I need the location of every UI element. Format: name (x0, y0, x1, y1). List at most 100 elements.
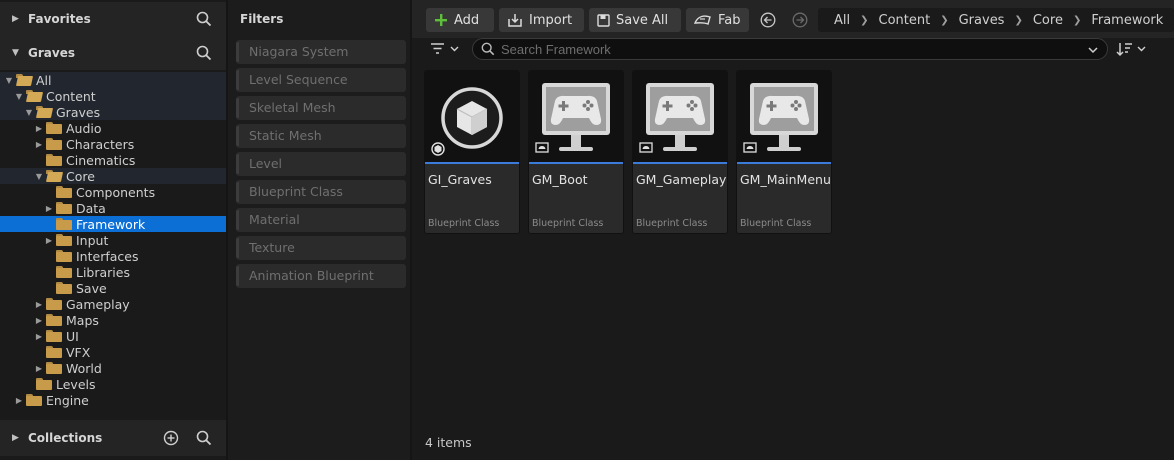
chevron-right-icon[interactable]: ▶ (34, 363, 44, 373)
game-mode-badge-icon (535, 142, 549, 156)
filter-item[interactable]: Skeletal Mesh (236, 96, 406, 120)
filter-item[interactable]: Texture (236, 236, 406, 260)
tree-item-graves[interactable]: ▼ Graves (0, 104, 226, 120)
tree-item-engine[interactable]: ▶ Engine (0, 392, 226, 408)
tree-item-label: Gameplay (66, 296, 130, 312)
tree-item-world[interactable]: ▶ World (0, 360, 226, 376)
folder-icon (46, 314, 62, 326)
folder-icon (46, 362, 62, 374)
add-button[interactable]: Add (426, 8, 494, 32)
filter-item[interactable]: Animation Blueprint (236, 264, 406, 288)
tree-item-all[interactable]: ▼ All (0, 72, 226, 88)
back-arrow-icon[interactable] (760, 12, 776, 28)
tree-item-label: Input (76, 232, 109, 248)
tree-item-maps[interactable]: ▶ Maps (0, 312, 226, 328)
breadcrumb-item[interactable]: Core (1033, 13, 1063, 28)
chevron-right-icon[interactable]: ▶ (34, 139, 44, 149)
breadcrumb-separator-icon[interactable]: ❯ (940, 15, 948, 26)
asset-name: GM_Boot (532, 172, 588, 187)
chevron-right-icon[interactable]: ▶ (44, 203, 54, 213)
breadcrumb-item[interactable]: Content (879, 13, 931, 28)
filters-panel: Filters Niagara System Level Sequence Skel… (228, 0, 410, 460)
filter-item[interactable]: Blueprint Class (236, 180, 406, 204)
chevron-right-icon[interactable]: ▶ (14, 395, 24, 405)
tree-item-save[interactable]: Save (0, 280, 226, 296)
chevron-down-icon[interactable]: ▼ (34, 171, 44, 181)
tree-item-interfaces[interactable]: Interfaces (0, 248, 226, 264)
breadcrumb-item[interactable]: All (834, 13, 850, 28)
collections-header[interactable]: ▶ Collections (0, 420, 226, 456)
breadcrumb-item[interactable]: Graves (959, 13, 1005, 28)
save-icon (597, 13, 610, 27)
tree-item-components[interactable]: Components (0, 184, 226, 200)
chevron-right-icon[interactable]: ▶ (34, 299, 44, 309)
chevron-right-icon[interactable]: ▶ (34, 315, 44, 325)
search-icon[interactable] (196, 11, 212, 27)
filter-dropdown-icon[interactable] (430, 42, 460, 56)
import-label: Import (529, 12, 573, 28)
chevron-down-icon[interactable]: ▼ (14, 91, 24, 101)
search-input[interactable] (501, 41, 1061, 57)
tree-item-content[interactable]: ▼ Content (0, 88, 226, 104)
tree-item-label: Graves (56, 104, 101, 120)
tree-item-audio[interactable]: ▶ Audio (0, 120, 226, 136)
favorites-label: Favorites (28, 12, 91, 26)
chevron-down-icon[interactable]: ▼ (24, 107, 34, 117)
breadcrumb-item[interactable]: Framework (1091, 13, 1163, 28)
tree-item-gameplay[interactable]: ▶ Gameplay (0, 296, 226, 312)
filter-item[interactable]: Niagara System (236, 40, 406, 64)
tree-item-label: Levels (56, 376, 96, 392)
tree-item-input[interactable]: ▶ Input (0, 232, 226, 248)
tree-item-label: Characters (66, 136, 135, 152)
tree-item-framework[interactable]: Framework (0, 216, 226, 232)
favorites-header[interactable]: ▶ Favorites (0, 2, 226, 36)
asset-tile[interactable]: GI_Graves Blueprint Class (424, 70, 520, 234)
filter-item[interactable]: Material (236, 208, 406, 232)
tree-item-characters[interactable]: ▶ Characters (0, 136, 226, 152)
tree-item-libraries[interactable]: Libraries (0, 264, 226, 280)
import-button[interactable]: Import (499, 8, 584, 32)
folder-icon (56, 186, 72, 198)
folder-icon (56, 234, 72, 246)
filter-item[interactable]: Static Mesh (236, 124, 406, 148)
search-icon[interactable] (196, 45, 212, 61)
chevron-right-icon[interactable]: ▶ (34, 331, 44, 341)
tree-item-levels[interactable]: Levels (0, 376, 226, 392)
breadcrumb-separator-icon[interactable]: ❯ (860, 15, 868, 26)
filter-item[interactable]: Level (236, 152, 406, 176)
chevron-right-icon[interactable]: ▶ (44, 235, 54, 245)
breadcrumb-separator-icon[interactable]: ❯ (1073, 15, 1081, 26)
fab-label: Fab (718, 12, 741, 28)
asset-tile[interactable]: GM_Gameplay Blueprint Class (632, 70, 728, 234)
asset-tile[interactable]: GM_Boot Blueprint Class (528, 70, 624, 234)
fab-button[interactable]: Fab (686, 8, 749, 32)
asset-tile[interactable]: GM_MainMenu Blueprint Class (736, 70, 832, 234)
folder-icon (46, 330, 62, 342)
item-count: 4 items (425, 435, 472, 450)
filter-item[interactable]: Level Sequence (236, 68, 406, 92)
tree-item-cinematics[interactable]: Cinematics (0, 152, 226, 168)
breadcrumb: All ❯ Content ❯ Graves ❯ Core ❯ Framework (818, 8, 1174, 32)
graves-header[interactable]: ▼ Graves (0, 36, 226, 70)
chevron-right-icon[interactable]: ▶ (34, 123, 44, 133)
folder-open-icon (46, 170, 62, 182)
toolbar: Add Import Save All Fab All ❯ Content ❯ Grav… (412, 0, 1174, 38)
add-collection-icon[interactable] (163, 430, 179, 446)
search-field[interactable] (472, 38, 1108, 60)
sort-options-icon[interactable] (1116, 41, 1148, 57)
tree-item-ui[interactable]: ▶ UI (0, 328, 226, 344)
chevron-down-icon[interactable] (1087, 44, 1099, 56)
tree-item-vfx[interactable]: VFX (0, 344, 226, 360)
folder-icon (46, 154, 62, 166)
breadcrumb-separator-icon[interactable]: ❯ (1014, 15, 1022, 26)
tree-item-core[interactable]: ▼ Core (0, 168, 226, 184)
search-icon[interactable] (196, 430, 212, 446)
save-all-button[interactable]: Save All (589, 8, 681, 32)
tree-item-label: Engine (46, 392, 89, 408)
tree-item-data[interactable]: ▶ Data (0, 200, 226, 216)
chevron-down-icon[interactable]: ▼ (4, 75, 14, 85)
forward-arrow-icon[interactable] (792, 12, 808, 28)
